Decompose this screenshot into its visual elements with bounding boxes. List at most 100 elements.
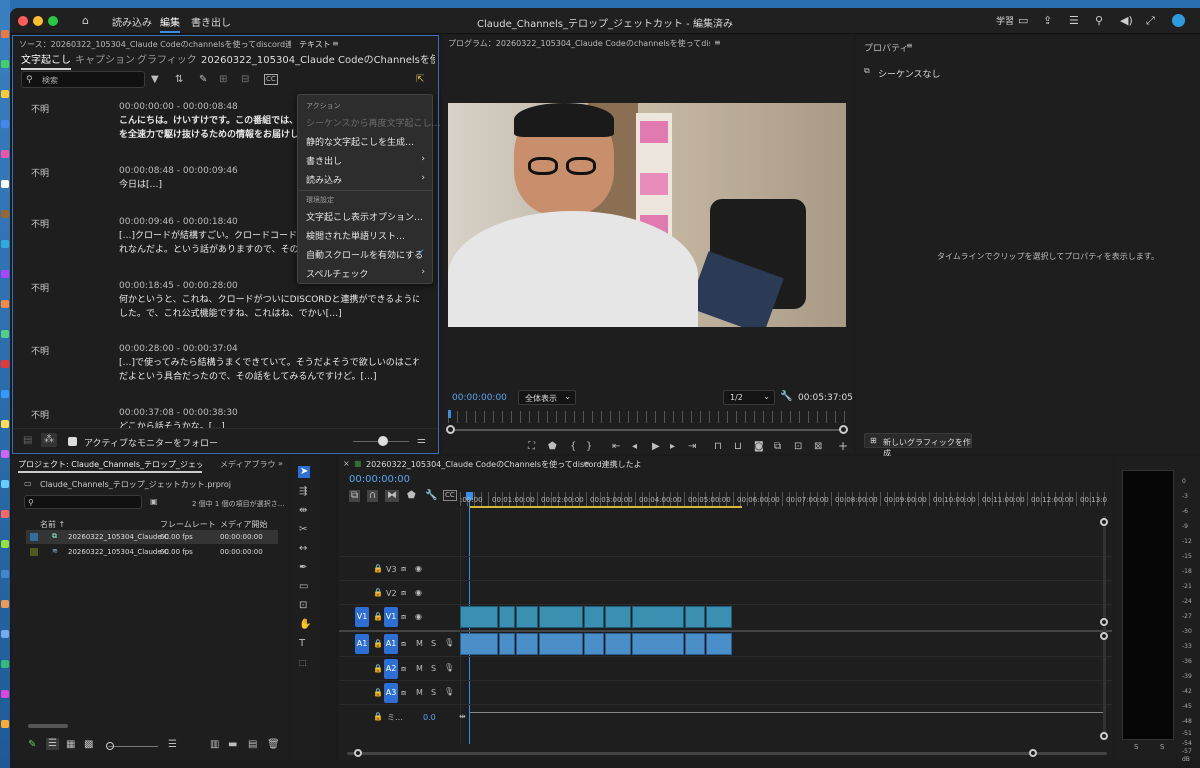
dock-app-icon[interactable] [1,510,9,518]
lock-icon[interactable]: 🔒 [373,639,383,648]
sync-lock-icon[interactable]: ⧈ [401,664,406,674]
transcript-search-box[interactable]: ⚲ 検索 [21,71,145,88]
type-tool-icon[interactable]: T [299,638,305,650]
filter-icon[interactable]: ▼ [151,74,159,86]
video-clip[interactable] [605,606,631,628]
rectangle-tool-icon[interactable]: ▭ [299,581,308,593]
dock-app-icon[interactable] [1,630,9,638]
microphone-icon[interactable]: 🎙 [444,638,454,647]
menu-censored-words[interactable]: 検閲された単語リスト… [306,229,405,242]
marker-icon[interactable]: ⬟ [548,441,557,453]
program-ruler[interactable] [448,411,846,423]
panel-menu-icon[interactable]: ≡ [714,38,721,47]
resolution-select[interactable]: 1/2 ⌄ [723,390,775,405]
dock-app-icon[interactable] [1,300,9,308]
video-clip[interactable] [685,606,705,628]
table-row[interactable]: ≋ 20260322_105304_Claude C 60.00 fps 00:… [26,545,278,559]
video-clip[interactable] [460,606,498,628]
program-timecode[interactable]: 00:00:00:00 [452,393,507,403]
wrench-icon[interactable]: 🔧 [780,391,792,403]
automate-icon[interactable]: ▥ [210,739,219,751]
video-clip[interactable] [516,606,538,628]
transcript-menu-icon[interactable]: ⇱ [416,74,424,86]
menu-import[interactable]: 読み込み [306,173,342,186]
lift-icon[interactable]: ⊓ [714,441,722,453]
add-marker-icon[interactable]: ⛶ [528,441,535,453]
solo-right-button[interactable]: S [1160,743,1164,751]
audio-clip[interactable] [632,633,684,655]
menu-export[interactable]: 書き出し [306,154,342,167]
dock-app-icon[interactable] [1,90,9,98]
audio-clip[interactable] [516,633,538,655]
captions-icon[interactable]: CC [443,490,457,501]
extract-icon[interactable]: ⊔ [734,441,742,453]
slip-tool-icon[interactable]: ↔ [299,543,307,555]
lock-icon[interactable]: 🔒 [373,588,383,597]
insert-icon[interactable]: ⊞ [219,74,227,86]
pen-tool-icon[interactable]: ✒ [299,562,307,574]
timeline-hscrollbar[interactable] [347,752,1107,755]
new-bin-icon[interactable]: ▣ [150,496,158,508]
selection-tool-icon[interactable]: ➤ [298,466,311,478]
zoom-bar-handle-left[interactable] [446,425,455,434]
video-clip[interactable] [499,606,515,628]
split-segment-icon[interactable]: ⇅ [175,74,183,86]
dock-app-icon[interactable] [1,480,9,488]
mix-volume-line[interactable] [470,712,1103,713]
mix-volume-value[interactable]: 0.0 [423,713,436,722]
caption-tool-icon[interactable]: ⬚ [299,657,307,669]
audio-clip[interactable] [706,633,732,655]
dock-app-icon[interactable] [1,420,9,428]
dock-app-icon[interactable] [1,570,9,578]
dock-app-icon[interactable] [1,540,9,548]
entry-text-line[interactable]: […]で使ってみたら結構うまくできていて。そうだよそうで欲しいのはこれだたん [119,356,419,370]
new-graphic-button[interactable]: ⊞ 新しいグラフィックを作成 [864,433,972,458]
icon-view-icon[interactable]: ▦ [66,739,75,751]
dock-app-icon[interactable] [1,390,9,398]
list-view-icon[interactable]: ☰ [46,738,59,750]
edit-icon[interactable]: ✎ [199,74,207,86]
menu-retranscribe[interactable]: シーケンスから再度文字起こし… [306,116,441,129]
trash-icon[interactable]: 🗑 [267,739,280,751]
dock-app-icon[interactable] [1,60,9,68]
dock-app-icon[interactable] [1,150,9,158]
crop-tool-icon[interactable]: ⊡ [299,600,307,612]
source-patch-a1[interactable]: A1 [355,634,369,654]
linked-selection-icon[interactable]: ⧓ [385,490,399,502]
share-icon[interactable]: ⇪ [1043,14,1052,27]
track-label[interactable]: V2 [386,589,397,598]
vscroll-handle[interactable] [1100,632,1108,640]
label-color-swatch[interactable] [30,533,38,541]
quick-search-icon[interactable]: ⚲ [1095,14,1103,27]
add-button-icon[interactable]: + [838,440,848,452]
menu-generate-static[interactable]: 静的な文字起こしを生成… [306,135,414,148]
mark-in-icon[interactable]: { [570,441,576,453]
create-captions-icon[interactable]: CC [264,74,278,85]
entry-text-line[interactable]: した。で、これ公式機能ですね、これはね、でかい[…] [119,307,419,321]
tab-graphics[interactable]: グラフィック [137,51,197,66]
step-back-icon[interactable]: ◂ [632,441,637,453]
sync-lock-icon[interactable]: ⧈ [401,688,406,698]
project-search-box[interactable]: ⚲ [24,495,142,509]
play-icon[interactable]: ▶ [652,441,660,453]
hand-tool-icon[interactable]: ✋ [299,619,311,631]
timeline-scroll-handle-left[interactable] [354,749,362,757]
learn-button[interactable]: 学習 [996,14,1014,27]
mix-track-label[interactable]: ミ… [387,712,403,723]
thumbnail-size-slider[interactable] [108,746,158,747]
entry-text-line[interactable]: だよという具合だったので、その話をしてみるんですけど。[…] [119,370,419,384]
media-browser-tab[interactable]: メディアブラウ [220,459,275,470]
follow-monitor-checkbox[interactable] [68,437,77,446]
video-frame[interactable] [448,103,846,327]
list-view-icon[interactable]: ▤ [23,435,32,447]
mute-button[interactable]: M [416,639,423,648]
timeline-timecode[interactable]: 00:00:00:00 [349,474,410,485]
close-tab-icon[interactable]: × [343,459,350,468]
program-playhead[interactable] [448,410,451,418]
video-clip[interactable] [632,606,684,628]
panel-layout-icon[interactable]: ▭ [1018,14,1028,27]
program-zoom-bar[interactable] [450,429,844,431]
solo-button[interactable]: S [431,688,436,697]
lock-icon[interactable]: 🔒 [373,664,383,673]
tab-transcript[interactable]: 文字起こし [21,51,71,70]
